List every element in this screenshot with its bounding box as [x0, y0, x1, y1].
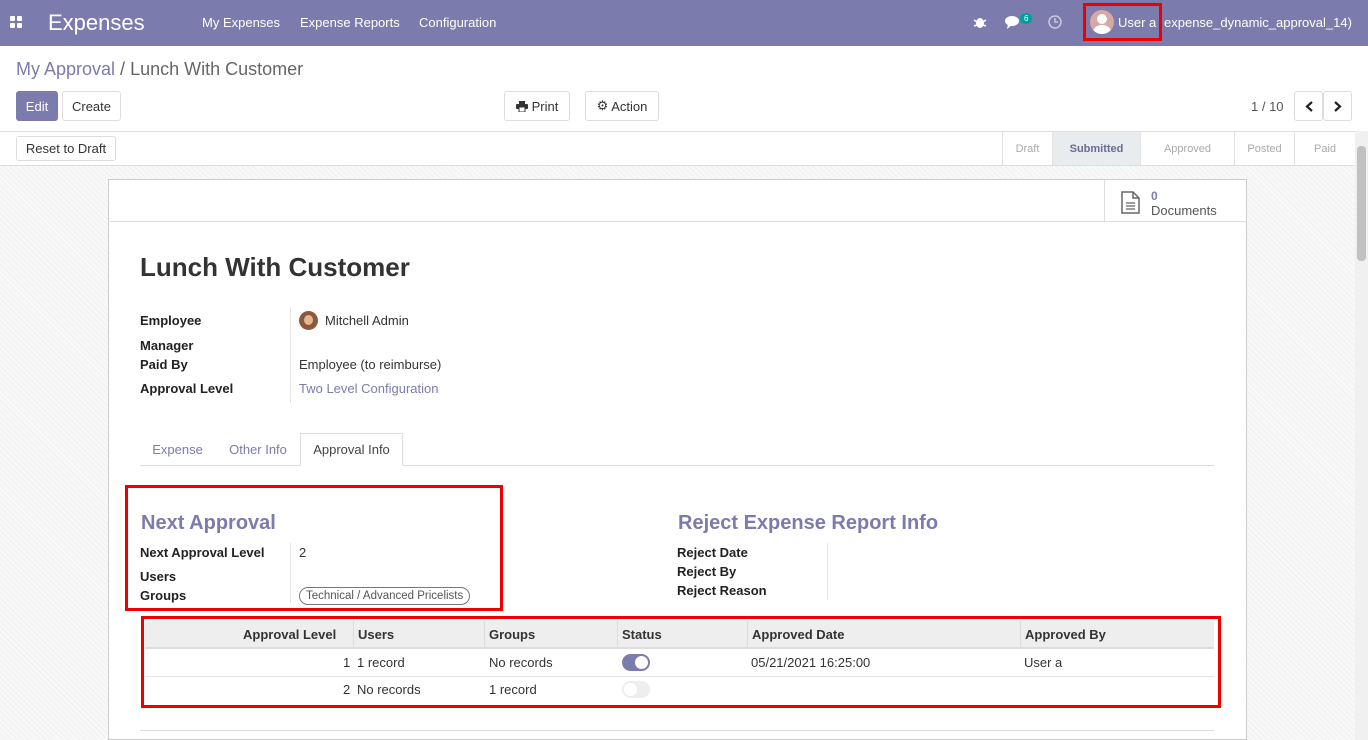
breadcrumb-separator: / [120, 59, 126, 79]
print-button[interactable]: Print [504, 91, 570, 121]
paid-by-label: Paid By [140, 357, 188, 372]
approval-level-label: Approval Level [140, 381, 234, 396]
row-divider [145, 676, 1214, 677]
menu-my-expenses[interactable]: My Expenses [202, 15, 280, 30]
reject-by-label: Reject By [677, 564, 737, 579]
tab-approval-info[interactable]: Approval Info [300, 433, 403, 466]
stage-draft[interactable]: Draft [1002, 132, 1052, 165]
print-label: Print [531, 98, 559, 114]
pager-previous-button[interactable] [1294, 91, 1323, 121]
tab-expense[interactable]: Expense [140, 433, 215, 466]
next-approval-title: Next Approval [141, 512, 276, 534]
column-header-approved-date[interactable]: Approved Date [752, 627, 844, 642]
status-toggle-on[interactable] [622, 654, 650, 671]
print-icon [515, 100, 528, 112]
cell-level: 2 [343, 682, 351, 697]
database-name: expense_dynamic_approval_14) [1164, 15, 1352, 30]
next-approval-level-label: Next Approval Level [140, 545, 265, 560]
cell-groups: No records [489, 655, 553, 670]
chevron-left-icon [1304, 100, 1313, 112]
user-highlight-box [1083, 3, 1162, 41]
cell-approved-by: User a [1024, 655, 1063, 670]
column-header-approval-level[interactable]: Approval Level [243, 627, 336, 642]
column-header-users[interactable]: Users [358, 627, 394, 642]
users-label: Users [140, 569, 177, 584]
column-header-approved-by[interactable]: Approved By [1025, 627, 1106, 642]
manager-label: Manager [140, 338, 194, 353]
stage-approved[interactable]: Approved [1140, 132, 1234, 165]
chat-count-badge: 6 [1020, 13, 1033, 24]
button-box-divider [108, 221, 1247, 222]
stage-paid[interactable]: Paid [1294, 132, 1355, 165]
stage-submitted[interactable]: Submitted [1052, 132, 1140, 165]
reject-reason-label: Reject Reason [677, 583, 767, 598]
field-divider [290, 308, 291, 403]
breadcrumb-current: Lunch With Customer [130, 59, 304, 79]
employee-value[interactable]: Mitchell Admin [325, 313, 409, 328]
menu-expense-reports[interactable]: Expense Reports [300, 15, 400, 30]
group-tag[interactable]: Technical / Advanced Pricelists [299, 587, 471, 605]
tab-other-info[interactable]: Other Info [218, 433, 298, 466]
apps-menu-icon[interactable] [10, 16, 23, 29]
documents-count: 0 [1151, 189, 1158, 203]
action-button[interactable]: ⚙ Action [585, 91, 659, 121]
breadcrumb-parent[interactable]: My Approval [16, 59, 115, 79]
column-header-status[interactable]: Status [622, 627, 662, 642]
pager-value[interactable]: 1 / 10 [1251, 99, 1284, 114]
cell-level: 1 [343, 655, 351, 670]
pager-next-button[interactable] [1323, 91, 1352, 121]
documents-label: Documents [1151, 203, 1217, 218]
top-navbar: Expenses My Expenses Expense Reports Con… [0, 0, 1368, 46]
next-approval-level-value: 2 [299, 545, 307, 560]
record-title: Lunch With Customer [140, 252, 410, 282]
groups-label: Groups [140, 588, 187, 603]
edit-button[interactable]: Edit [16, 91, 58, 121]
cell-approved-date: 05/21/2021 16:25:00 [751, 655, 871, 670]
clock-icon[interactable] [1048, 15, 1062, 29]
menu-configuration[interactable]: Configuration [419, 15, 496, 30]
chevron-right-icon [1333, 100, 1342, 112]
stage-posted[interactable]: Posted [1234, 132, 1294, 165]
cell-users: No records [357, 682, 421, 697]
reject-date-label: Reject Date [677, 545, 748, 560]
breadcrumb: My Approval / Lunch With Customer [16, 59, 303, 80]
cell-groups: 1 record [489, 682, 537, 697]
bug-icon[interactable] [973, 15, 987, 29]
reset-to-draft-button[interactable]: Reset to Draft [16, 136, 116, 161]
paid-by-value: Employee (to reimburse) [299, 357, 442, 372]
document-icon [1121, 191, 1140, 214]
column-header-groups[interactable]: Groups [489, 627, 535, 642]
documents-smart-button[interactable]: 0 Documents [1104, 180, 1246, 221]
section-divider [140, 730, 1214, 731]
field-divider [290, 543, 291, 603]
gear-icon: ⚙ [596, 98, 609, 113]
reject-info-title: Reject Expense Report Info [678, 512, 939, 534]
app-title: Expenses [48, 10, 145, 35]
field-divider [827, 543, 828, 600]
action-label: Action [611, 98, 648, 114]
employee-avatar [299, 311, 318, 330]
status-toggle-off[interactable] [622, 681, 650, 698]
employee-label: Employee [140, 313, 202, 328]
create-button[interactable]: Create [62, 91, 121, 121]
page-scrollbar[interactable] [1355, 131, 1368, 740]
approval-level-value[interactable]: Two Level Configuration [299, 381, 438, 396]
cell-users: 1 record [357, 655, 405, 670]
